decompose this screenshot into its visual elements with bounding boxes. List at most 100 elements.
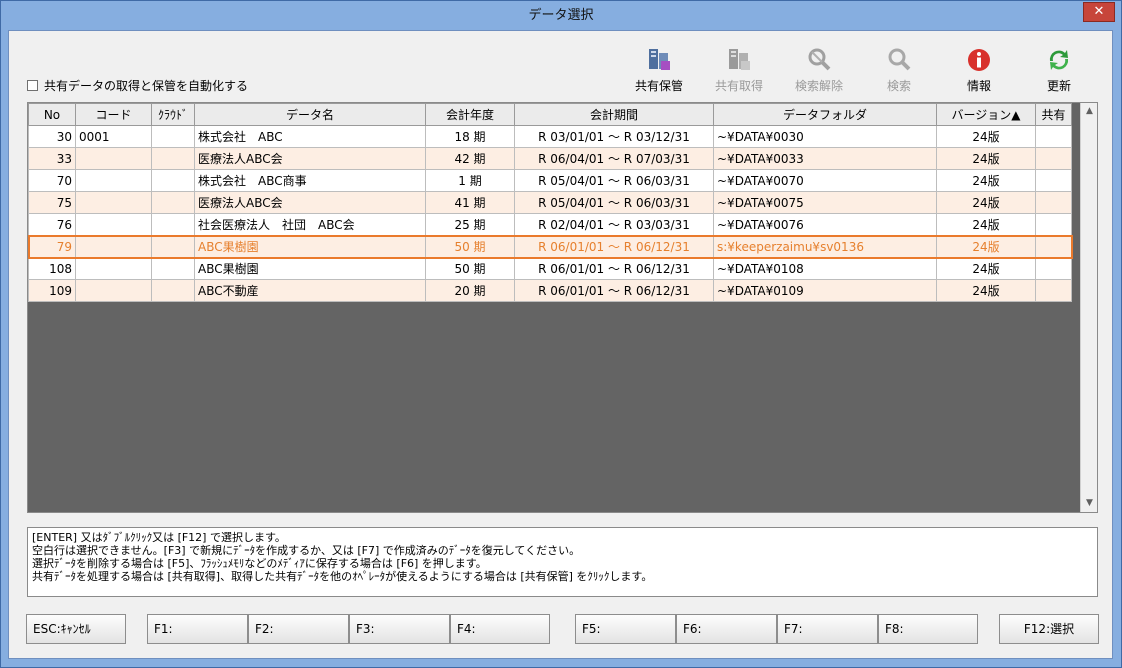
cell-name[interactable]: 医療法人ABC会 (194, 191, 426, 214)
cell-year[interactable]: 25 期 (425, 213, 515, 236)
f8-button[interactable]: F8: (878, 614, 978, 644)
cell-period[interactable]: R 06/04/01 ～ R 07/03/31 (514, 147, 714, 170)
cell-folder[interactable]: ~¥DATA¥0109 (713, 279, 937, 302)
cell-year[interactable]: 18 期 (425, 125, 515, 148)
cell-folder[interactable]: ~¥DATA¥0033 (713, 147, 937, 170)
col-header-name[interactable]: データ名 (194, 103, 426, 126)
cell-version[interactable]: 24版 (936, 125, 1036, 148)
table-row[interactable]: 70 株式会社 ABC商事 1 期R 05/04/01 ～ R 06/03/31 ~¥… (28, 169, 1072, 192)
cell-year[interactable]: 50 期 (425, 235, 515, 258)
table-row[interactable]: 76 社会医療法人 社団 ABC会 25 期R 02/04/01 ～ R 03/03… (28, 213, 1072, 236)
table-row[interactable]: 75 医療法人ABC会 41 期R 05/04/01 ～ R 06/03/31 ~¥D… (28, 191, 1072, 214)
cell-folder[interactable]: ~¥DATA¥0070 (713, 169, 937, 192)
cell-year[interactable]: 41 期 (425, 191, 515, 214)
cell-shared[interactable] (1035, 147, 1072, 170)
shared-save-button[interactable]: 共有保管 (627, 47, 691, 97)
cell-no[interactable]: 30 (28, 125, 76, 148)
cell-no[interactable]: 76 (28, 213, 76, 236)
cell-cloud[interactable] (151, 257, 195, 280)
cell-code[interactable] (75, 191, 152, 214)
cell-folder[interactable]: ~¥DATA¥0076 (713, 213, 937, 236)
col-header-no[interactable]: No (28, 103, 76, 126)
f4-button[interactable]: F4: (450, 614, 550, 644)
cell-name[interactable]: 医療法人ABC会 (194, 147, 426, 170)
cell-name[interactable]: 株式会社 ABC (194, 125, 426, 148)
cell-version[interactable]: 24版 (936, 213, 1036, 236)
f1-button[interactable]: F1: (147, 614, 248, 644)
shared-get-button[interactable]: 共有取得 (707, 47, 771, 97)
search-button[interactable]: 検索 (867, 47, 931, 97)
cell-cloud[interactable] (151, 279, 195, 302)
cell-period[interactable]: R 03/01/01 ～ R 03/12/31 (514, 125, 714, 148)
auto-share-checkbox[interactable] (27, 80, 38, 91)
esc-cancel-button[interactable]: ESC:ｷｬﾝｾﾙ (26, 614, 126, 644)
cell-folder[interactable]: ~¥DATA¥0108 (713, 257, 937, 280)
col-header-cloud[interactable]: ｸﾗｳﾄﾞ (151, 103, 195, 126)
cell-no[interactable]: 75 (28, 191, 76, 214)
cell-code[interactable] (75, 169, 152, 192)
cell-year[interactable]: 20 期 (425, 279, 515, 302)
cell-code[interactable] (75, 279, 152, 302)
cell-cloud[interactable] (151, 169, 195, 192)
cell-name[interactable]: ABC果樹園 (194, 235, 426, 258)
col-header-period[interactable]: 会計期間 (514, 103, 714, 126)
cell-shared[interactable] (1035, 191, 1072, 214)
f5-button[interactable]: F5: (575, 614, 676, 644)
cell-period[interactable]: R 06/01/01 ～ R 06/12/31 (514, 279, 714, 302)
cell-cloud[interactable] (151, 147, 195, 170)
cell-shared[interactable] (1035, 279, 1072, 302)
cell-shared[interactable] (1035, 235, 1072, 258)
f12-select-button[interactable]: F12:選択 (999, 614, 1099, 644)
refresh-button[interactable]: 更新 (1027, 47, 1091, 97)
cell-folder[interactable]: ~¥DATA¥0075 (713, 191, 937, 214)
cell-name[interactable]: 株式会社 ABC商事 (194, 169, 426, 192)
cell-period[interactable]: R 05/04/01 ～ R 06/03/31 (514, 191, 714, 214)
col-header-version[interactable]: バージョン▲ (936, 103, 1036, 126)
cell-cloud[interactable] (151, 213, 195, 236)
cell-version[interactable]: 24版 (936, 235, 1036, 258)
cell-no[interactable]: 109 (28, 279, 76, 302)
scroll-down-icon[interactable]: ▼ (1081, 495, 1098, 512)
col-header-code[interactable]: コード (75, 103, 152, 126)
f6-button[interactable]: F6: (676, 614, 777, 644)
cell-cloud[interactable] (151, 235, 195, 258)
cell-cloud[interactable] (151, 125, 195, 148)
cell-name[interactable]: 社会医療法人 社団 ABC会 (194, 213, 426, 236)
table-row[interactable]: 108 ABC果樹園 50 期R 06/01/01 ～ R 06/12/31 ~¥DA… (28, 257, 1072, 280)
cell-shared[interactable] (1035, 125, 1072, 148)
auto-share-option[interactable]: 共有データの取得と保管を自動化する (27, 77, 248, 94)
cell-no[interactable]: 108 (28, 257, 76, 280)
cell-name[interactable]: ABC果樹園 (194, 257, 426, 280)
cell-shared[interactable] (1035, 213, 1072, 236)
cell-year[interactable]: 42 期 (425, 147, 515, 170)
cell-cloud[interactable] (151, 191, 195, 214)
cell-code[interactable] (75, 213, 152, 236)
cell-code[interactable]: 0001 (75, 125, 152, 148)
cell-period[interactable]: R 06/01/01 ～ R 06/12/31 (514, 257, 714, 280)
f3-button[interactable]: F3: (349, 614, 450, 644)
col-header-folder[interactable]: データフォルダ (713, 103, 937, 126)
cell-version[interactable]: 24版 (936, 169, 1036, 192)
data-grid[interactable]: No コード ｸﾗｳﾄﾞ データ名 会計年度 会計期間 データフォルダ バージョ… (27, 102, 1098, 513)
cell-period[interactable]: R 06/01/01 ～ R 06/12/31 (514, 235, 714, 258)
col-header-year[interactable]: 会計年度 (425, 103, 515, 126)
cell-code[interactable] (75, 147, 152, 170)
cell-no[interactable]: 33 (28, 147, 76, 170)
cell-shared[interactable] (1035, 169, 1072, 192)
f7-button[interactable]: F7: (777, 614, 878, 644)
cell-no[interactable]: 79 (28, 235, 76, 258)
cell-period[interactable]: R 02/04/01 ～ R 03/03/31 (514, 213, 714, 236)
cell-version[interactable]: 24版 (936, 191, 1036, 214)
cell-year[interactable]: 1 期 (425, 169, 515, 192)
table-row[interactable]: 109 ABC不動産 20 期R 06/01/01 ～ R 06/12/31 ~¥DA… (28, 279, 1072, 302)
cell-version[interactable]: 24版 (936, 257, 1036, 280)
close-button[interactable]: ✕ (1083, 2, 1115, 22)
cell-year[interactable]: 50 期 (425, 257, 515, 280)
info-button[interactable]: 情報 (947, 47, 1011, 97)
table-row-selected[interactable]: 79 ABC果樹園 50 期R 06/01/01 ～ R 06/12/31 s:¥ke… (27, 234, 1073, 259)
f2-button[interactable]: F2: (248, 614, 349, 644)
table-row[interactable]: 30 0001 株式会社 ABC 18 期R 03/01/01 ～ R 03/12/3… (28, 125, 1072, 148)
cell-version[interactable]: 24版 (936, 147, 1036, 170)
cell-code[interactable] (75, 235, 152, 258)
col-header-shared[interactable]: 共有 (1035, 103, 1072, 126)
